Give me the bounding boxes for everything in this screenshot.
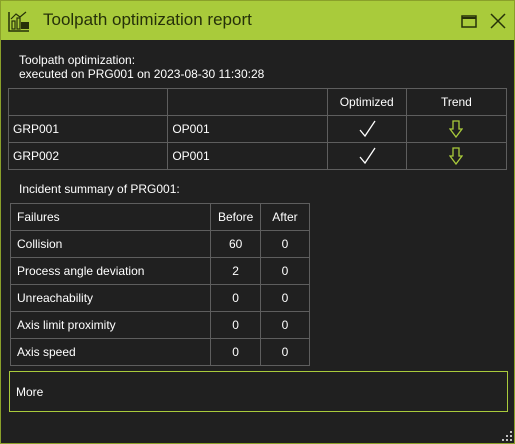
report-execution-info: executed on PRG001 on 2023-08-30 11:30:2… xyxy=(19,67,265,81)
optimized-cell xyxy=(326,142,407,170)
incident-summary-table: Failures Before After Collision 60 0 Pro… xyxy=(9,203,311,366)
after-header: After xyxy=(259,203,311,231)
before-value: 0 xyxy=(210,338,261,366)
summary-header-row: Optimized Trend xyxy=(7,88,508,116)
summary-header-trend: Trend xyxy=(405,88,508,116)
title-bar[interactable]: Toolpath optimization report xyxy=(1,1,514,40)
trend-cell xyxy=(405,142,508,170)
more-button[interactable]: More xyxy=(9,371,508,412)
table-row: Axis limit proximity 0 0 xyxy=(9,311,311,339)
before-value: 0 xyxy=(210,284,261,312)
table-row: Process angle deviation 2 0 xyxy=(9,257,311,285)
after-value: 0 xyxy=(259,311,311,339)
summary-header-operation xyxy=(167,88,328,116)
report-heading: Toolpath optimization: xyxy=(19,53,136,67)
restore-icon xyxy=(461,15,477,28)
before-header: Before xyxy=(210,203,261,231)
failure-label: Axis speed xyxy=(9,338,212,366)
table-row: Collision 60 0 xyxy=(9,230,311,258)
close-button[interactable] xyxy=(489,12,507,30)
restore-button[interactable] xyxy=(460,12,478,30)
after-value: 0 xyxy=(259,338,311,366)
window-title: Toolpath optimization report xyxy=(43,10,252,29)
failure-label: Collision xyxy=(9,230,212,258)
arrow-down-icon xyxy=(449,120,464,138)
optimization-summary-table: Optimized Trend GRP001 OP001 GRP002 OP00… xyxy=(7,88,508,170)
after-value: 0 xyxy=(259,284,311,312)
summary-header-group xyxy=(7,88,169,116)
before-value: 0 xyxy=(210,311,261,339)
table-row: Axis speed 0 0 xyxy=(9,338,311,366)
table-row[interactable]: GRP001 OP001 xyxy=(7,115,508,143)
group-cell: GRP001 xyxy=(7,115,169,143)
after-value: 0 xyxy=(259,257,311,285)
failure-label: Unreachability xyxy=(9,284,212,312)
failure-label: Axis limit proximity xyxy=(9,311,212,339)
more-label: More xyxy=(16,385,44,399)
checkmark-icon xyxy=(359,147,376,165)
close-icon xyxy=(490,13,506,29)
group-cell: GRP002 xyxy=(7,142,169,170)
optimized-cell xyxy=(326,115,407,143)
before-value: 60 xyxy=(210,230,261,258)
incident-summary-title: Incident summary of PRG001: xyxy=(19,182,180,196)
operation-cell: OP001 xyxy=(167,142,328,170)
incident-header-row: Failures Before After xyxy=(9,203,311,231)
after-value: 0 xyxy=(259,230,311,258)
resize-grip-icon[interactable] xyxy=(502,431,512,441)
report-icon xyxy=(8,10,30,32)
failures-header: Failures xyxy=(9,203,212,231)
arrow-down-icon xyxy=(449,147,464,165)
summary-header-optimized: Optimized xyxy=(326,88,407,116)
trend-cell xyxy=(405,115,508,143)
report-window: Toolpath optimization report Toolpath op… xyxy=(0,0,515,444)
operation-cell: OP001 xyxy=(167,115,328,143)
report-content: Toolpath optimization: executed on PRG00… xyxy=(1,40,514,443)
table-row: Unreachability 0 0 xyxy=(9,284,311,312)
checkmark-icon xyxy=(359,120,376,138)
before-value: 2 xyxy=(210,257,261,285)
table-row[interactable]: GRP002 OP001 xyxy=(7,142,508,170)
failure-label: Process angle deviation xyxy=(9,257,212,285)
